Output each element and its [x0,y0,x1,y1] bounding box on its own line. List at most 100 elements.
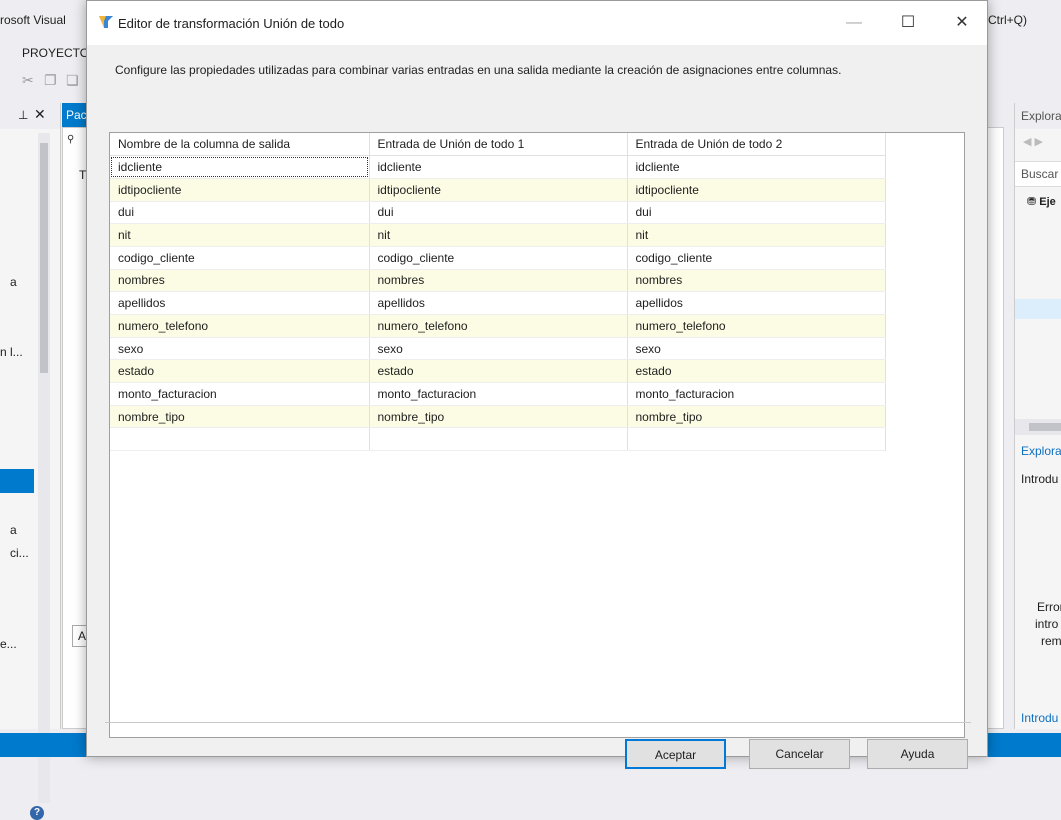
help-icon[interactable]: ? [30,806,44,820]
input-column-cell[interactable]: apellidos [627,291,886,315]
table-row[interactable]: nit nit nit [110,223,886,247]
table-row[interactable]: idtipocliente idtipocliente idtipocliente [110,178,886,202]
union-all-icon [99,16,113,28]
help-button[interactable]: Ayuda [867,739,968,769]
input-column-cell[interactable] [627,427,886,452]
tree-item[interactable]: ⛃ Eje [1027,195,1056,215]
left-tool-panel: ⊥ ✕ a n l... a ci... e... ? [0,103,61,820]
input-column-cell[interactable]: nit [369,223,628,247]
input-column-cell[interactable]: dui [627,201,886,225]
output-column-cell[interactable]: nit [110,223,370,247]
input-column-cell[interactable]: nombres [369,269,628,293]
intro-link[interactable]: Introdu [1021,711,1058,725]
cancel-button[interactable]: Cancelar [749,739,850,769]
input-column-cell[interactable] [369,427,628,452]
table-row[interactable]: monto_facturacion monto_facturacion monto_… [110,382,886,406]
table-row[interactable]: idcliente idcliente idcliente [110,155,886,179]
input-column-cell[interactable]: idtipocliente [369,178,628,202]
table-row[interactable] [110,427,886,452]
input-column-cell[interactable]: dui [369,201,628,225]
input-column-cell[interactable]: apellidos [369,291,628,315]
column-header: Nombre de la columna de salida [110,133,370,157]
tree-selected-item[interactable] [1015,299,1061,319]
close-button[interactable]: ✕ [942,9,982,37]
maximize-button[interactable]: ☐ [888,9,928,37]
table-row[interactable]: sexo sexo sexo [110,337,886,361]
output-column-cell[interactable]: dui [110,201,370,225]
input-column-cell[interactable]: codigo_cliente [627,246,886,270]
left-panel-header: ⊥ ✕ [0,103,60,129]
output-column-cell[interactable]: numero_telefono [110,314,370,338]
output-column-cell[interactable]: monto_facturacion [110,382,370,406]
error-line: intro [1035,617,1059,631]
input-column-cell[interactable]: estado [369,359,628,384]
table-header-row: Nombre de la columna de salida Entrada d… [110,133,886,157]
close-icon[interactable]: ✕ [34,106,46,123]
input-column-cell[interactable]: idcliente [627,155,886,179]
horizontal-scrollbar[interactable] [1015,419,1061,435]
input-column-cell[interactable]: sexo [627,337,886,361]
table-row[interactable]: dui dui dui [110,201,886,225]
dialog-description: Configure las propiedades utilizadas par… [115,63,842,77]
minimize-button[interactable]: — [834,9,874,37]
ok-button[interactable]: Aceptar [625,739,726,769]
solution-explorer-tab[interactable]: Explora [1021,444,1061,458]
vs-toolbar: ✂ ❐ ❏ [0,66,90,96]
table-row[interactable]: codigo_cliente codigo_cliente codigo_clien… [110,246,886,270]
input-column-cell[interactable]: numero_telefono [369,314,628,338]
input-column-cell[interactable]: idcliente [369,155,628,179]
paste-icon[interactable]: ❏ [66,72,79,89]
intro-header: Introdu [1021,472,1059,486]
input-column-cell[interactable]: nit [627,223,886,247]
input-column-cell[interactable]: nombres [627,269,886,293]
output-column-cell[interactable] [110,427,370,452]
left-label: e... [0,637,17,651]
table-row[interactable]: nombre_tipo nombre_tipo nombre_tipo [110,405,886,429]
input-column-cell[interactable]: nombre_tipo [627,405,886,429]
tree-item-label: Eje [1039,196,1056,208]
dialog-title: Editor de transformación Unión de todo [118,16,345,31]
input-column-cell[interactable]: sexo [369,337,628,361]
output-column-cell[interactable]: apellidos [110,291,370,315]
left-selected-item[interactable] [0,469,34,493]
copy-icon[interactable]: ❐ [44,72,57,89]
table-row[interactable]: numero_telefono numero_telefono numero_tel… [110,314,886,338]
left-label: ci... [10,546,29,560]
input-column-cell[interactable]: numero_telefono [627,314,886,338]
output-column-cell[interactable]: sexo [110,337,370,361]
vs-quick-launch[interactable]: (Ctrl+Q) [984,13,1027,27]
table-row[interactable]: estado estado estado [110,359,886,384]
table-row[interactable]: nombres nombres nombres [110,269,886,293]
input-column-cell[interactable]: nombre_tipo [369,405,628,429]
solution-search-placeholder: Buscar [1021,167,1059,181]
output-column-cell[interactable]: codigo_cliente [110,246,370,270]
output-column-cell[interactable]: idcliente [110,155,370,179]
nav-arrows-icon[interactable]: ◀ ▶ [1023,135,1043,148]
output-column-cell[interactable]: nombres [110,269,370,293]
table-row[interactable]: apellidos apellidos apellidos [110,291,886,315]
pin-icon[interactable]: ⊥ [18,108,28,122]
input-column-cell[interactable]: codigo_cliente [369,246,628,270]
menu-item-proyecto[interactable]: PROYECTO [22,46,89,60]
solution-search-input[interactable]: Buscar [1015,161,1061,187]
union-all-editor-dialog: Editor de transformación Unión de todo —… [86,0,988,769]
error-line: Error [1037,600,1061,614]
input-column-cell[interactable]: idtipocliente [627,178,886,202]
cut-icon[interactable]: ✂ [22,72,34,89]
column-header: Entrada de Unión de todo 2 [627,133,886,157]
dialog-title-bar: Editor de transformación Unión de todo —… [87,1,987,45]
output-column-cell[interactable]: estado [110,359,370,384]
left-label: n l... [0,345,23,359]
input-column-cell[interactable]: estado [627,359,886,384]
solution-explorer-title: Explora [1021,109,1061,123]
output-column-cell[interactable]: idtipocliente [110,178,370,202]
left-label: a [10,275,17,289]
input-column-cell[interactable]: monto_facturacion [627,382,886,406]
solution-icon: ⛃ [1027,196,1037,208]
column-mapping-grid: Nombre de la columna de salida Entrada d… [109,132,965,738]
output-column-cell[interactable]: nombre_tipo [110,405,370,429]
dialog-separator [105,722,971,723]
input-column-cell[interactable]: monto_facturacion [369,382,628,406]
left-scrollbar[interactable] [38,133,50,803]
mapping-table: Nombre de la columna de salida Entrada d… [110,133,886,452]
